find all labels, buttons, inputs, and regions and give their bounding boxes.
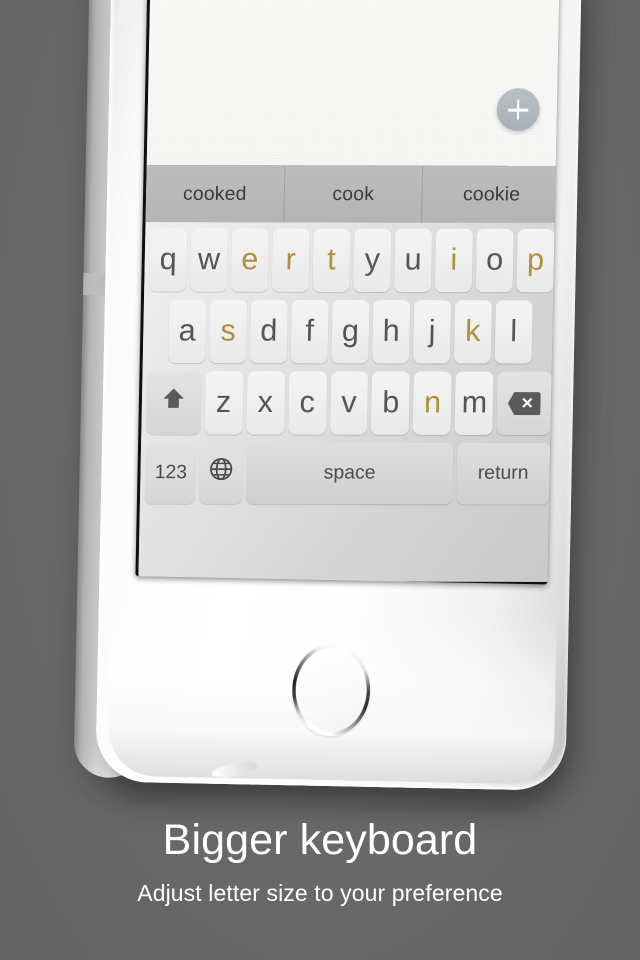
phone-device: pizza dough 1/2 to 1 cup sauce : tomato … [73,0,591,825]
key-p[interactable]: p [516,228,555,293]
key-e[interactable]: e [230,228,269,292]
backspace-icon: ✕ [508,392,541,416]
key-i[interactable]: i [434,228,473,293]
phone-screen: pizza dough 1/2 to 1 cup sauce : tomato … [138,0,564,582]
key-w[interactable]: w [190,228,229,292]
shift-icon [160,385,187,420]
add-note-fab[interactable] [496,88,540,132]
key-q[interactable]: q [149,228,188,292]
suggestion-item[interactable]: cooked [146,166,285,223]
suggestion-item[interactable]: cookie [421,166,561,224]
key-z[interactable]: z [204,371,244,435]
language-key[interactable] [199,442,244,504]
key-d[interactable]: d [249,299,288,364]
key-l[interactable]: l [494,300,533,364]
key-b[interactable]: b [371,371,411,435]
backspace-key[interactable]: ✕ [496,371,552,436]
key-u[interactable]: u [394,228,433,293]
key-s[interactable]: s [209,299,248,364]
key-h[interactable]: h [372,300,411,364]
return-key[interactable]: return [456,442,551,505]
note-editor[interactable]: pizza dough 1/2 to 1 cup sauce : tomato … [146,0,564,166]
promo-caption: Bigger keyboard Adjust letter size to yo… [0,812,640,910]
space-key[interactable]: space [246,442,454,505]
key-a[interactable]: a [168,299,207,364]
key-x[interactable]: x [245,371,285,435]
numeric-key[interactable]: 123 [144,442,197,504]
key-m[interactable]: m [454,371,494,435]
screenshot-stage: pizza dough 1/2 to 1 cup sauce : tomato … [0,0,640,960]
globe-icon [208,456,235,491]
caption-subtitle: Adjust letter size to your preference [137,880,503,906]
key-g[interactable]: g [331,300,370,364]
key-f[interactable]: f [290,299,329,364]
on-screen-keyboard: q w e r t y u i o p a s d f g h j k l z … [138,222,560,582]
autocorrect-suggestion-bar: cooked cook cookie [145,165,561,224]
keyboard-row-4: 123 space return [143,442,552,505]
key-k[interactable]: k [453,300,492,364]
key-j[interactable]: j [413,300,452,364]
keyboard-row-1: q w e r t y u i o p [147,228,556,293]
suggestion-item[interactable]: cook [282,166,423,224]
key-t[interactable]: t [312,228,351,292]
key-v[interactable]: v [329,371,369,435]
key-r[interactable]: r [271,228,310,292]
key-y[interactable]: y [353,228,392,292]
key-n[interactable]: n [413,371,453,435]
shift-key[interactable] [146,371,202,435]
key-o[interactable]: o [475,228,514,293]
keyboard-row-3: z x c v b n m ✕ [144,371,553,436]
key-c[interactable]: c [287,371,327,435]
phone-screen-frame: pizza dough 1/2 to 1 cup sauce : tomato … [135,0,564,585]
keyboard-row-2: a s d f g h j k l [146,299,555,364]
caption-title: Bigger keyboard [162,816,478,864]
